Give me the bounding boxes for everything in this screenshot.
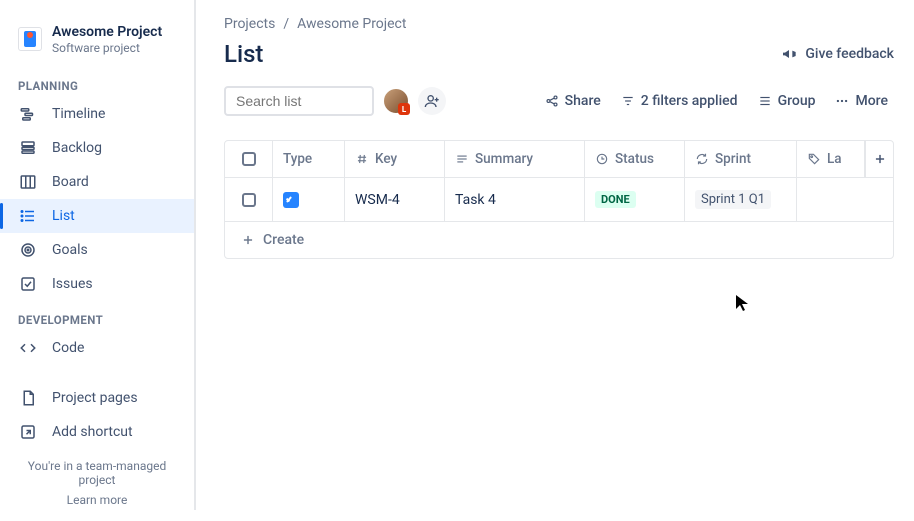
breadcrumb-root[interactable]: Projects [224, 16, 275, 32]
share-label: Share [565, 93, 601, 109]
list-icon [18, 206, 38, 226]
main-content: Projects / Awesome Project List Give fee… [196, 0, 914, 510]
board-icon [18, 172, 38, 192]
col-header-checkbox[interactable] [225, 141, 273, 177]
page-icon [18, 388, 38, 408]
table-row[interactable]: WSM-4 Task 4 DONE Sprint 1 Q1 [225, 178, 893, 222]
avatar-badge: L [398, 103, 410, 115]
col-header-la[interactable]: La [797, 141, 865, 177]
sidebar-item-label: Issues [52, 276, 93, 292]
goals-icon [18, 240, 38, 260]
sidebar-item-timeline[interactable]: Timeline [0, 97, 194, 131]
row-checkbox[interactable] [225, 178, 273, 221]
hash-icon [355, 152, 369, 166]
add-person-button[interactable] [418, 87, 446, 115]
sidebar-item-backlog[interactable]: Backlog [0, 131, 194, 165]
sidebar: Awesome Project Software project PLANNIN… [0, 0, 196, 510]
sidebar-item-label: Add shortcut [52, 424, 133, 440]
feedback-label: Give feedback [805, 46, 894, 62]
sidebar-item-project-pages[interactable]: Project pages [0, 381, 194, 415]
issues-icon [18, 274, 38, 294]
checkbox-icon [242, 193, 256, 207]
plus-icon [873, 152, 887, 166]
row-key[interactable]: WSM-4 [345, 178, 445, 221]
row-status[interactable]: DONE [585, 178, 685, 221]
add-column-button[interactable] [865, 141, 893, 177]
timeline-icon [18, 104, 38, 124]
sidebar-item-code[interactable]: Code [0, 331, 194, 365]
create-issue-button[interactable]: Create [225, 222, 893, 258]
sidebar-item-goals[interactable]: Goals [0, 233, 194, 267]
col-header-sprint[interactable]: Sprint [685, 141, 797, 177]
megaphone-icon [781, 46, 797, 62]
col-header-type[interactable]: Type [273, 141, 345, 177]
breadcrumb-separator: / [283, 16, 289, 32]
row-summary[interactable]: Task 4 [445, 178, 585, 221]
group-button[interactable]: Group [752, 89, 822, 113]
filters-label: 2 filters applied [641, 93, 738, 109]
create-label: Create [263, 232, 304, 248]
footer-learn-more-link[interactable]: Learn more [12, 493, 182, 507]
page-title: List [224, 40, 263, 68]
user-avatar[interactable]: L [382, 87, 410, 115]
project-name: Awesome Project [52, 24, 162, 41]
status-icon [595, 152, 609, 166]
sidebar-item-list[interactable]: List [0, 199, 194, 233]
share-button[interactable]: Share [539, 89, 607, 113]
group-label: Group [778, 93, 816, 109]
row-la[interactable] [797, 178, 893, 221]
toolbar: L Share 2 filters applied Group [224, 86, 894, 116]
sprint-icon [695, 152, 709, 166]
sidebar-item-label: Goals [52, 242, 88, 258]
col-header-status[interactable]: Status [585, 141, 685, 177]
backlog-icon [18, 138, 38, 158]
more-icon [835, 94, 849, 108]
sidebar-item-label: Code [52, 340, 84, 356]
filter-icon [621, 94, 635, 108]
sidebar-item-label: Board [52, 174, 89, 190]
checkbox-icon [242, 152, 256, 166]
more-label: More [855, 93, 888, 109]
sidebar-item-label: Timeline [52, 106, 105, 122]
plus-icon [241, 233, 255, 247]
sidebar-item-add-shortcut[interactable]: Add shortcut [0, 415, 194, 449]
filters-button[interactable]: 2 filters applied [615, 89, 744, 113]
shortcut-icon [18, 422, 38, 442]
more-button[interactable]: More [829, 89, 894, 113]
sidebar-item-board[interactable]: Board [0, 165, 194, 199]
give-feedback-button[interactable]: Give feedback [781, 46, 894, 62]
sidebar-item-label: List [52, 208, 75, 224]
search-input-wrapper[interactable] [224, 86, 374, 116]
share-icon [545, 94, 559, 108]
col-header-key[interactable]: Key [345, 141, 445, 177]
breadcrumb: Projects / Awesome Project [224, 16, 894, 32]
sidebar-item-label: Project pages [52, 390, 138, 406]
list-table: Type Key Summary Status Sprint La [224, 140, 894, 259]
breadcrumb-current[interactable]: Awesome Project [297, 16, 406, 32]
sidebar-item-label: Backlog [52, 140, 102, 156]
project-icon [18, 27, 42, 51]
summary-icon [455, 152, 469, 166]
sprint-badge: Sprint 1 Q1 [695, 190, 771, 209]
status-badge: DONE [595, 191, 636, 208]
section-planning-label: PLANNING [0, 67, 194, 97]
row-sprint[interactable]: Sprint 1 Q1 [685, 178, 797, 221]
project-subtitle: Software project [52, 41, 162, 55]
group-icon [758, 94, 772, 108]
footer-text: You're in a team-managed project [28, 459, 166, 487]
code-icon [18, 338, 38, 358]
table-header-row: Type Key Summary Status Sprint La [225, 141, 893, 178]
section-development-label: DEVELOPMENT [0, 301, 194, 331]
row-type[interactable] [273, 178, 345, 221]
sidebar-item-issues[interactable]: Issues [0, 267, 194, 301]
col-header-summary[interactable]: Summary [445, 141, 585, 177]
task-type-icon [283, 192, 299, 208]
project-header[interactable]: Awesome Project Software project [0, 16, 194, 67]
label-icon [807, 152, 821, 166]
